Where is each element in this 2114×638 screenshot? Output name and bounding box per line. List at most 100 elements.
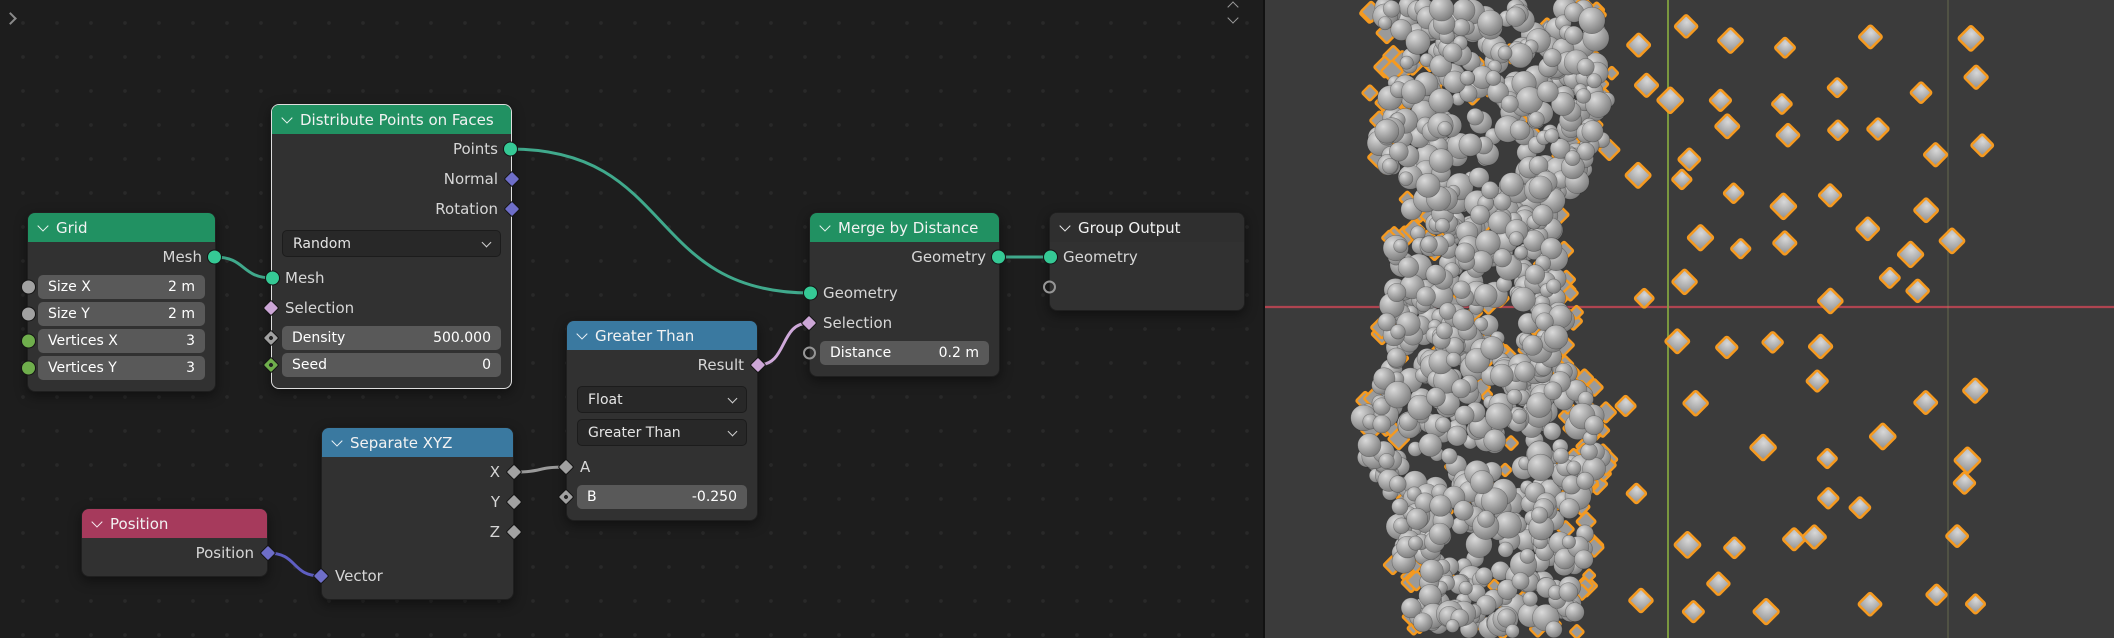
gt-b-field[interactable]: B -0.250 xyxy=(577,485,747,509)
scatter-point[interactable] xyxy=(1878,266,1901,289)
socket-grid-sizex-in[interactable] xyxy=(21,279,36,295)
socket-grid-mesh-out[interactable] xyxy=(207,249,222,265)
grid-verticesx-field[interactable]: Vertices X 3 xyxy=(38,329,205,353)
node-separate-header[interactable]: Separate XYZ xyxy=(322,428,513,457)
scatter-point[interactable] xyxy=(1626,32,1652,58)
node-group-output-header[interactable]: Group Output xyxy=(1050,213,1244,242)
scatter-point[interactable] xyxy=(1730,238,1752,260)
scatter-point[interactable] xyxy=(1715,335,1739,360)
viewport-canvas[interactable] xyxy=(1265,0,2114,638)
socket-gt-result-out[interactable] xyxy=(749,356,767,374)
scatter-point[interactable] xyxy=(1848,496,1872,519)
scatter-point[interactable] xyxy=(1633,287,1655,309)
viewport-3d[interactable] xyxy=(1263,0,2114,638)
socket-dpf-points-out[interactable] xyxy=(503,141,518,157)
scatter-point[interactable] xyxy=(1807,333,1834,360)
scatter-point[interactable] xyxy=(1857,591,1883,617)
scatter-point[interactable] xyxy=(1801,524,1827,550)
scatter-point[interactable] xyxy=(1909,81,1933,105)
scatter-point[interactable] xyxy=(1686,224,1715,252)
scatter-point[interactable] xyxy=(1952,471,1977,495)
scatter-point[interactable] xyxy=(1970,133,1995,158)
scatter-point[interactable] xyxy=(1817,487,1840,510)
collapse-chevron-icon[interactable] xyxy=(91,516,103,528)
scatter-point[interactable] xyxy=(1722,182,1745,204)
socket-sep-x-out[interactable] xyxy=(505,463,523,481)
scatter-point[interactable] xyxy=(1957,25,1985,52)
merge-distance-field[interactable]: Distance 0.2 m xyxy=(820,341,989,365)
socket-dpf-density-in[interactable] xyxy=(262,329,280,347)
scatter-point[interactable] xyxy=(1805,369,1829,393)
scatter-point[interactable] xyxy=(1827,119,1849,142)
scatter-point[interactable] xyxy=(1953,446,1982,475)
scatter-point[interactable] xyxy=(1962,377,1989,404)
node-greater-header[interactable]: Greater Than xyxy=(567,321,757,350)
socket-merge-selection-in[interactable] xyxy=(800,314,818,332)
socket-sep-vector-in[interactable] xyxy=(312,567,330,585)
grid-sizey-field[interactable]: Size Y 2 m xyxy=(38,302,205,326)
scatter-point[interactable] xyxy=(1868,422,1897,451)
grid-sizex-field[interactable]: Size X 2 m xyxy=(38,275,205,299)
scatter-point[interactable] xyxy=(1614,394,1637,418)
scatter-point[interactable] xyxy=(1817,183,1843,208)
socket-merge-distance-in[interactable] xyxy=(803,346,816,360)
scatter-point[interactable] xyxy=(1708,88,1733,112)
socket-go-extra-in[interactable] xyxy=(1043,280,1056,294)
grid-verticesy-field[interactable]: Vertices Y 3 xyxy=(38,356,205,380)
node-distribute-points[interactable]: Distribute Points on Faces Points Normal… xyxy=(262,104,521,389)
scatter-point[interactable] xyxy=(1896,240,1925,269)
scatter-point[interactable] xyxy=(1826,77,1848,99)
node-editor[interactable]: Grid Mesh Size X 2 m Size Y 2 m Vertices… xyxy=(0,0,1263,638)
scatter-point[interactable] xyxy=(1772,230,1798,256)
socket-sep-z-out[interactable] xyxy=(505,523,523,541)
collapse-chevron-icon[interactable] xyxy=(576,328,588,340)
scatter-point[interactable] xyxy=(1922,142,1949,168)
scatter-point[interactable] xyxy=(1913,390,1939,415)
gt-type-dropdown[interactable]: Float xyxy=(577,386,747,413)
node-position[interactable]: Position Position xyxy=(81,508,277,577)
scatter-point[interactable] xyxy=(1771,93,1793,115)
collapse-chevron-icon[interactable] xyxy=(37,220,49,232)
scatter-point[interactable] xyxy=(1624,161,1652,189)
node-position-header[interactable]: Position xyxy=(82,509,267,538)
scatter-point[interactable] xyxy=(1905,278,1930,304)
socket-grid-verticesy-in[interactable] xyxy=(21,360,36,376)
node-merge-by-distance[interactable]: Merge by Distance Geometry Geometry Sele… xyxy=(800,212,1006,377)
scatter-point[interactable] xyxy=(1714,113,1741,140)
scatter-point[interactable] xyxy=(1769,192,1798,221)
node-merge-header[interactable]: Merge by Distance xyxy=(810,213,999,242)
node-group-output[interactable]: Group Output Geometry xyxy=(1043,212,1245,311)
scatter-point[interactable] xyxy=(1723,536,1746,560)
scatter-point[interactable] xyxy=(1628,587,1654,614)
socket-sep-y-out[interactable] xyxy=(505,493,523,511)
scatter-point[interactable] xyxy=(1656,86,1685,115)
scatter-point[interactable] xyxy=(1706,571,1731,596)
collapse-chevron-icon[interactable] xyxy=(331,435,343,447)
chevron-down-icon[interactable] xyxy=(1227,12,1239,24)
node-distribute-header[interactable]: Distribute Points on Faces xyxy=(272,105,511,134)
socket-merge-geometry-out[interactable] xyxy=(991,249,1006,265)
scatter-point[interactable] xyxy=(1671,268,1698,296)
socket-gt-b-in[interactable] xyxy=(557,488,575,506)
socket-dpf-rotation-out[interactable] xyxy=(503,200,521,218)
node-grid[interactable]: Grid Mesh Size X 2 m Size Y 2 m Vertices… xyxy=(21,212,222,392)
gt-operation-dropdown[interactable]: Greater Than xyxy=(577,419,747,446)
scatter-point[interactable] xyxy=(1866,117,1890,141)
scatter-point[interactable] xyxy=(1782,527,1807,552)
scatter-point[interactable] xyxy=(1774,36,1796,59)
scatter-point[interactable] xyxy=(1682,389,1709,417)
socket-gt-a-in[interactable] xyxy=(557,458,575,476)
chevron-up-icon[interactable] xyxy=(1227,1,1239,13)
scatter-point[interactable] xyxy=(1858,24,1883,50)
node-grid-header[interactable]: Grid xyxy=(28,213,215,242)
collapse-chevron-icon[interactable] xyxy=(281,112,293,124)
scatter-point[interactable] xyxy=(1945,524,1970,549)
scatter-point[interactable] xyxy=(1963,64,1989,90)
scatter-point[interactable] xyxy=(1752,598,1780,626)
socket-grid-sizey-in[interactable] xyxy=(21,306,36,322)
scatter-point[interactable] xyxy=(1817,287,1844,315)
socket-dpf-mesh-in[interactable] xyxy=(265,270,280,286)
scatter-point[interactable] xyxy=(1913,197,1939,224)
scatter-point[interactable] xyxy=(1633,72,1660,98)
socket-dpf-seed-in[interactable] xyxy=(262,356,280,374)
